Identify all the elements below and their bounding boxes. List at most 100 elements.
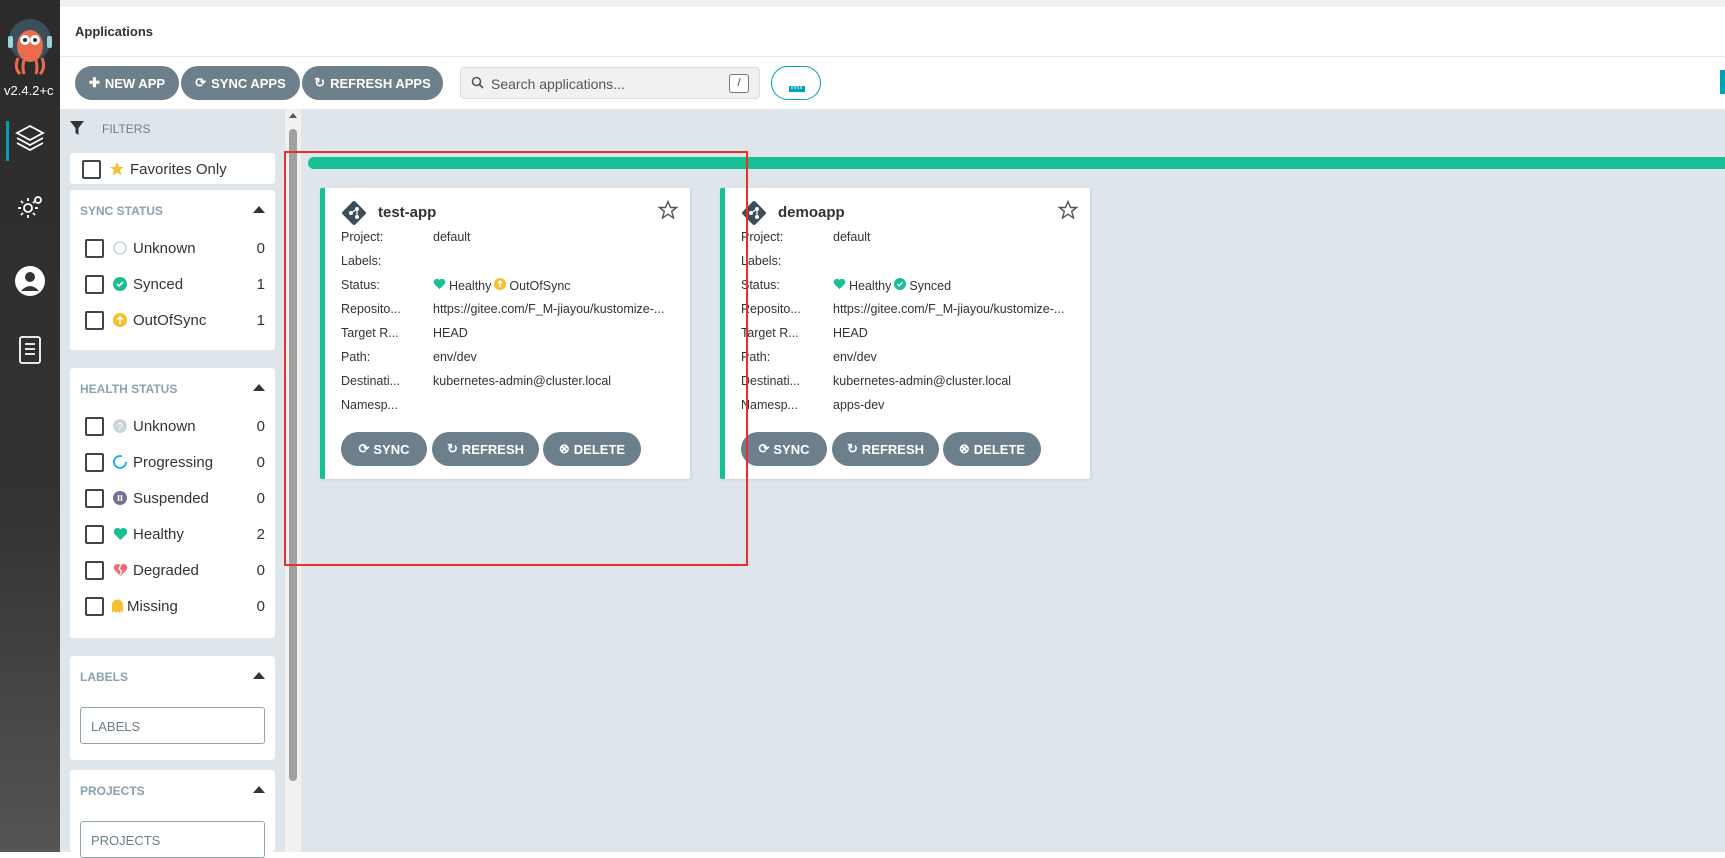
destination-label: Destinati... bbox=[741, 374, 801, 388]
health-filter-degraded[interactable]: Degraded 0 bbox=[85, 558, 265, 582]
toolbar: ✚ NEW APP ⟳ SYNC APPS ↻ REFRESH APPS Sea… bbox=[60, 57, 1725, 109]
projects-panel: PROJECTS PROJECTS bbox=[70, 770, 275, 858]
target-revision-label: Target R... bbox=[741, 326, 799, 340]
collapse-icon[interactable] bbox=[253, 786, 265, 793]
collapse-icon[interactable] bbox=[253, 384, 265, 391]
plus-icon: ✚ bbox=[88, 75, 100, 90]
sync-status-title: SYNC STATUS bbox=[80, 204, 163, 218]
sync-status: Synced bbox=[909, 278, 952, 293]
projects-title: PROJECTS bbox=[80, 784, 145, 798]
favorites-label: Favorites Only bbox=[130, 160, 227, 178]
sync-apps-button[interactable]: ⟳ SYNC APPS bbox=[181, 66, 300, 100]
checkbox[interactable] bbox=[85, 310, 104, 330]
project-label: Project: bbox=[741, 230, 784, 244]
sync-status-panel: SYNC STATUS Unknown 0 Synced 1 OutOfSync… bbox=[70, 190, 275, 350]
version-label: v2.4.2+c bbox=[4, 83, 54, 98]
search-placeholder: Search applications... bbox=[491, 76, 625, 92]
pause-icon bbox=[112, 490, 128, 506]
layers-icon bbox=[14, 122, 46, 159]
gear-icon bbox=[15, 192, 45, 227]
checkbox[interactable] bbox=[85, 416, 104, 436]
labels-input[interactable]: LABELS bbox=[80, 707, 265, 744]
nav-docs[interactable] bbox=[0, 327, 60, 377]
new-app-button[interactable]: ✚ NEW APP bbox=[75, 66, 179, 100]
favorites-only-checkbox[interactable]: Favorites Only bbox=[82, 157, 262, 181]
heart-icon bbox=[112, 526, 128, 542]
sync-filter-unknown[interactable]: Unknown 0 bbox=[85, 236, 265, 260]
namespace-label: Namesp... bbox=[741, 398, 798, 412]
nav-user-info[interactable] bbox=[0, 258, 60, 308]
user-icon bbox=[14, 265, 46, 302]
sync-button[interactable]: ⟳ SYNC bbox=[741, 432, 827, 466]
checkbox[interactable] bbox=[85, 596, 104, 616]
health-filter-progressing[interactable]: Progressing 0 bbox=[85, 450, 265, 474]
nav-applications[interactable] bbox=[0, 115, 60, 165]
progressing-circle-icon bbox=[112, 454, 128, 470]
search-input[interactable]: Search applications... / bbox=[460, 67, 760, 99]
highlight-annotation-box bbox=[284, 151, 748, 566]
app-name[interactable]: demoapp bbox=[778, 204, 845, 221]
checkbox[interactable] bbox=[85, 452, 104, 472]
app-card-demoapp[interactable]: demoapp Project: default Labels: Status:… bbox=[720, 188, 1090, 479]
collapse-icon[interactable] bbox=[253, 672, 265, 679]
health-status-panel: HEALTH STATUS ? Unknown 0 Progressing 0 … bbox=[70, 368, 275, 638]
delete-circle-x-icon: ⊗ bbox=[958, 441, 970, 456]
view-toggle-button[interactable] bbox=[771, 66, 821, 100]
namespace-value: apps-dev bbox=[833, 398, 885, 412]
labels-label: Labels: bbox=[741, 254, 782, 268]
nav-settings[interactable] bbox=[0, 184, 60, 234]
status-value: Healthy Synced bbox=[833, 278, 1078, 293]
refresh-icon: ↻ bbox=[846, 441, 858, 456]
outofsync-arrow-icon bbox=[112, 312, 128, 328]
question-icon: ? bbox=[112, 418, 128, 434]
sync-filter-synced[interactable]: Synced 1 bbox=[85, 272, 265, 296]
labels-panel: LABELS LABELS bbox=[70, 656, 275, 760]
checkbox[interactable] bbox=[82, 159, 101, 179]
filters-title: FILTERS bbox=[102, 122, 151, 136]
path-value: env/dev bbox=[833, 350, 877, 364]
top-bar: Applications bbox=[60, 0, 1725, 57]
path-label: Path: bbox=[741, 350, 771, 364]
filter-icon bbox=[70, 121, 84, 140]
collapse-icon[interactable] bbox=[253, 206, 265, 213]
ruler-icon bbox=[789, 80, 805, 98]
sync-filter-outofsync[interactable]: OutOfSync 1 bbox=[85, 308, 265, 332]
page-title: Applications bbox=[75, 24, 154, 39]
refresh-icon: ↻ bbox=[314, 75, 326, 90]
checkbox[interactable] bbox=[85, 488, 104, 508]
filters-sidebar: FILTERS Favorites Only SYNC STATUS Unkno… bbox=[60, 109, 285, 858]
repository-label: Reposito... bbox=[741, 302, 801, 316]
broken-heart-icon bbox=[112, 562, 128, 578]
sync-icon: ⟳ bbox=[195, 75, 207, 90]
health-filter-unknown[interactable]: ? Unknown 0 bbox=[85, 414, 265, 438]
health-filter-suspended[interactable]: Suspended 0 bbox=[85, 486, 265, 510]
sync-icon: ⟳ bbox=[758, 441, 770, 456]
destination-value: kubernetes-admin@cluster.local bbox=[833, 374, 1012, 388]
argo-logo-icon[interactable] bbox=[6, 18, 54, 78]
health-status: Healthy bbox=[849, 278, 892, 293]
favorite-star-icon[interactable] bbox=[1057, 199, 1079, 225]
target-revision-value: HEAD bbox=[833, 326, 868, 340]
star-icon bbox=[109, 161, 125, 177]
projects-input[interactable]: PROJECTS bbox=[80, 821, 265, 858]
synced-check-icon bbox=[894, 278, 907, 293]
unknown-sync-icon bbox=[112, 240, 128, 256]
health-filter-healthy[interactable]: Healthy 2 bbox=[85, 522, 265, 546]
labels-title: LABELS bbox=[80, 670, 128, 684]
health-status-title: HEALTH STATUS bbox=[80, 382, 178, 396]
refresh-apps-button[interactable]: ↻ REFRESH APPS bbox=[302, 66, 443, 100]
heart-icon bbox=[833, 278, 846, 293]
synced-check-icon bbox=[112, 276, 128, 292]
view-options-edge-icon[interactable] bbox=[1720, 70, 1725, 94]
checkbox[interactable] bbox=[85, 274, 104, 294]
checkbox[interactable] bbox=[85, 524, 104, 544]
refresh-button[interactable]: ↻ REFRESH bbox=[832, 432, 939, 466]
search-icon bbox=[471, 76, 484, 94]
delete-button[interactable]: ⊗ DELETE bbox=[943, 432, 1041, 466]
scroll-up-icon[interactable] bbox=[289, 113, 297, 118]
health-filter-missing[interactable]: Missing 0 bbox=[85, 594, 265, 618]
checkbox[interactable] bbox=[85, 238, 104, 258]
favorites-panel: Favorites Only bbox=[70, 153, 275, 184]
checkbox[interactable] bbox=[85, 560, 104, 580]
repository-value: https://gitee.com/F_M-jiayou/kustomize-.… bbox=[833, 302, 1065, 316]
